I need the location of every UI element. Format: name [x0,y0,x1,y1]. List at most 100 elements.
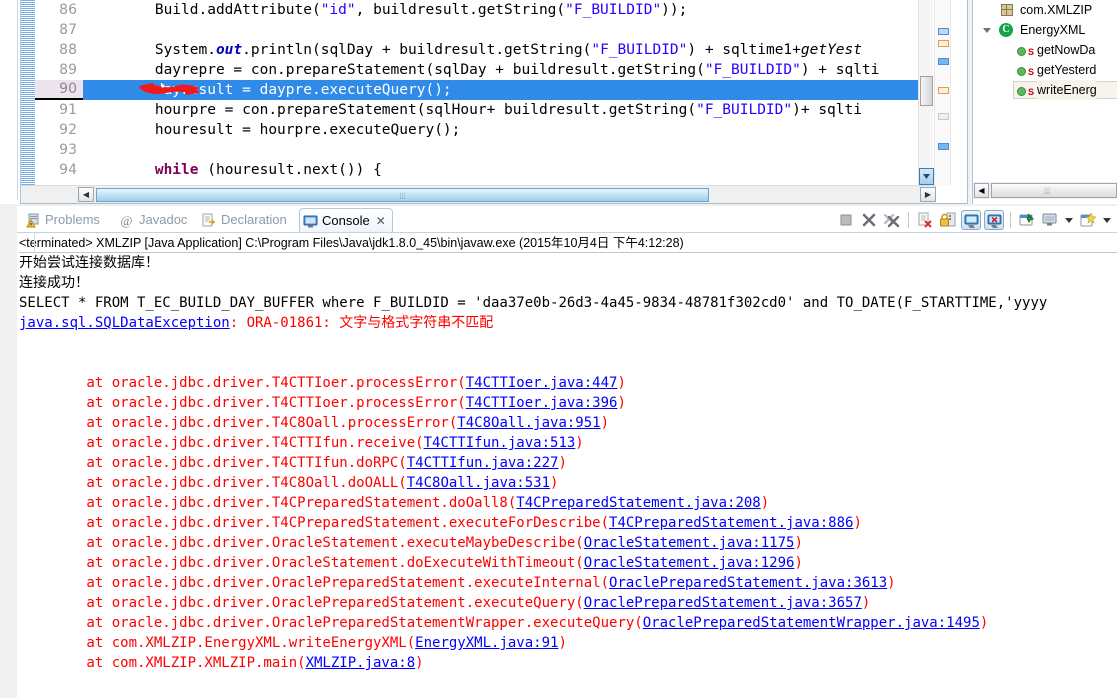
stacktrace-source-link[interactable]: T4CTTIfun.java:513 [424,435,576,451]
outline-horizontal-scrollbar[interactable]: ◀ ⦙⦙⦙ [973,182,1117,199]
code-line[interactable]: dayrepre = con.prepareStatement(sqlDay +… [83,60,919,80]
editor-annotation-ruler[interactable] [21,0,35,185]
exception-type-link[interactable]: java.sql.SQLDataException [19,315,230,331]
outline-item-getnowda[interactable]: SgetNowDa [973,40,1117,60]
x-icon [861,212,877,233]
stacktrace-frame-text: at oracle.jdbc.driver.OraclePreparedStat… [19,595,584,611]
outline-tree[interactable]: com.XMLZIP C EnergyXML SgetNowDa SgetYesterd… [973,0,1117,182]
remove-all-terminated-button[interactable] [882,210,902,230]
tab-javadoc[interactable]: @ Javadoc [117,209,188,231]
console-stacktrace-line: at com.XMLZIP.EnergyXML.writeEnergyXML(E… [19,633,1117,653]
stacktrace-source-link[interactable]: OracleStatement.java:1175 [584,535,795,551]
editor-hscroll-thumb[interactable]: ⦙⦙⦙ [96,188,709,202]
stacktrace-source-link[interactable]: EnergyXML.java:91 [415,635,558,651]
console-error-icon [987,213,1003,234]
pin-console-button[interactable] [1017,210,1037,230]
editor-scroll-down-button[interactable] [919,168,934,185]
static-modifier-icon: S [1028,87,1035,97]
stacktrace-source-link[interactable]: T4CTTIoer.java:396 [466,395,618,411]
stacktrace-source-link[interactable]: T4CTTIfun.java:227 [407,455,559,471]
open-console-button[interactable] [1078,210,1098,230]
close-icon[interactable]: ✕ [376,209,386,233]
show-console-on-output-button[interactable] [984,210,1004,230]
tab-problems[interactable]: Problems [23,209,100,231]
code-line[interactable]: dayresult = daypre.executeQuery(); [83,80,919,100]
lock-scroll-button[interactable] [938,210,958,230]
editor-text-area[interactable]: Build.addAttribute("id", buildresult.get… [83,0,919,185]
code-line[interactable]: while (houresult.next()) { [83,160,919,180]
stacktrace-frame-suffix: ) [887,575,896,591]
code-line[interactable]: hourpre = con.prepareStatement(sqlHour+ … [83,100,919,120]
console-output[interactable]: 开始尝试连接数据库！ 连接成功！ SELECT * FROM T_EC_BUILD_… [19,253,1117,698]
stacktrace-source-link[interactable]: OraclePreparedStatementWrapper.java:1495 [643,615,980,631]
code-line[interactable] [83,140,919,160]
console-stacktrace-line: at oracle.jdbc.driver.OraclePreparedStat… [19,573,1117,593]
terminate-button[interactable] [836,210,856,230]
code-line[interactable] [83,20,919,40]
console-stacktrace-line: at oracle.jdbc.driver.T4CTTIfun.doRPC(T4… [19,453,1117,473]
stacktrace-source-link[interactable]: OracleStatement.java:1296 [584,555,795,571]
overview-ruler-mark[interactable] [938,143,949,150]
editor-overview-ruler[interactable] [934,0,951,185]
overview-ruler-mark[interactable] [938,40,949,47]
code-token: "id" [320,2,356,18]
console-view: Problems @ Javadoc Declaration Console ✕ <ter… [17,206,1117,698]
display-selected-console-menu[interactable] [1065,217,1073,223]
outline-item-com-xmlzip[interactable]: com.XMLZIP [973,0,1117,20]
code-token: .println(sqlDay + buildresult.getString( [242,42,592,58]
stacktrace-source-link[interactable]: T4CPreparedStatement.java:886 [609,515,853,531]
outline-item-writeenerg[interactable]: SwriteEnerg [973,80,1117,100]
svg-text:@: @ [121,213,133,228]
overview-ruler-mark[interactable] [938,58,949,65]
outline-hscroll-grip: ⦙⦙⦙ [1044,186,1051,196]
open-console-menu[interactable] [1103,217,1111,223]
code-token: )+ sqlti [792,102,862,118]
stacktrace-source-link[interactable]: T4CPreparedStatement.java:208 [516,495,760,511]
code-line[interactable]: System.out.println(sqlDay + buildresult.… [83,40,919,60]
public-method-icon [1017,47,1026,56]
code-token: "F_BUILDID" [591,42,688,58]
stacktrace-source-link[interactable]: T4C8Oall.java:531 [407,475,550,491]
clear-console-button[interactable] [915,210,935,230]
outline-item-getyesterd[interactable]: SgetYesterd [973,60,1117,80]
tab-console[interactable]: Console ✕ [299,208,393,233]
exception-message: : ORA-01861: 文字与格式字符串不匹配 [229,315,494,331]
code-line[interactable]: Build.addAttribute("id", buildresult.get… [83,0,919,20]
editor-left-edge [0,0,20,204]
code-line[interactable]: houresult = hourpre.executeQuery(); [83,120,919,140]
console-stacktrace-line: at com.XMLZIP.XMLZIP.main(XMLZIP.java:8) [19,653,1117,673]
lock-icon [940,212,956,233]
editor-scroll-right-button[interactable]: ▶ [920,187,936,202]
stacktrace-source-link[interactable]: OraclePreparedStatement.java:3613 [609,575,887,591]
stacktrace-source-link[interactable]: XMLZIP.java:8 [306,655,416,671]
line-number: 94 [59,162,77,178]
stacktrace-source-link[interactable]: OraclePreparedStatement.java:3657 [584,595,862,611]
separator-2 [1010,212,1011,228]
chevron-down-icon[interactable] [983,28,991,33]
static-modifier-icon: S [1028,67,1035,77]
editor-scroll-left-button[interactable]: ◀ [78,187,94,202]
overview-ruler-mark[interactable] [938,28,949,35]
editor-vscroll-thumb[interactable] [920,76,933,106]
overview-ruler-mark[interactable] [938,113,949,120]
outline-item-energyxml[interactable]: C EnergyXML [973,20,1117,40]
separator-1 [908,212,909,228]
stacktrace-frame-suffix: ) [550,475,559,491]
editor-vertical-scrollbar[interactable] [918,0,934,185]
overview-ruler-mark[interactable] [938,87,949,94]
outline-scroll-left-button[interactable]: ◀ [974,183,989,198]
stacktrace-source-link[interactable]: T4CTTIoer.java:447 [466,375,618,391]
stacktrace-frame-text: at oracle.jdbc.driver.T4C8Oall.processEr… [19,415,458,431]
tab-declaration[interactable]: Declaration [199,209,287,231]
stacktrace-source-link[interactable]: T4C8Oall.java:951 [457,415,600,431]
code-token: System. [85,42,216,58]
outline-hscroll-thumb[interactable]: ⦙⦙⦙ [991,183,1117,198]
remove-launch-button[interactable] [859,210,879,230]
display-selected-console-button[interactable] [1040,210,1060,230]
code-token: getYest [800,42,862,58]
code-token: "F_BUILDID" [696,102,793,118]
class-icon: C [999,23,1013,37]
editor-horizontal-scrollbar[interactable]: ◀ ⦙⦙⦙ ▶ [21,185,936,203]
scroll-lock-button[interactable] [961,210,981,230]
